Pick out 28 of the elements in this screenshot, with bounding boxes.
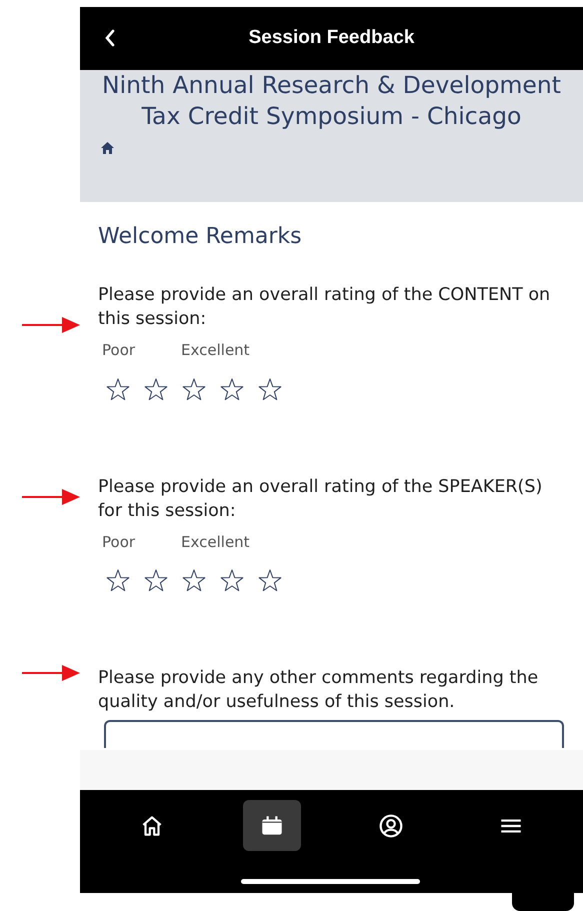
screen-title: Session Feedback [248, 27, 414, 48]
back-icon [104, 29, 116, 47]
annotation-arrow [22, 664, 80, 682]
comment-field[interactable] [104, 720, 564, 748]
star-icon[interactable] [220, 569, 244, 592]
profile-icon [378, 812, 404, 838]
question-text: Please provide an overall rating of the CONTENT on this session: [98, 284, 552, 331]
star-icon[interactable] [144, 569, 168, 592]
star-icon[interactable] [182, 569, 206, 592]
scale-high-label: Excellent [181, 340, 250, 361]
star-icon[interactable] [182, 378, 206, 400]
star-icon[interactable] [144, 378, 168, 400]
scale-low-label: Poor [102, 340, 136, 361]
star-icon[interactable] [258, 569, 282, 592]
event-title: Ninth Annual Research & Development Tax Credit Symposium - Chicago [102, 71, 561, 130]
nav-tab[interactable] [242, 800, 301, 851]
scale-high-label: Excellent [181, 532, 250, 552]
star-icon[interactable] [106, 378, 130, 400]
home-icon[interactable] [101, 142, 114, 154]
star-icon[interactable] [220, 378, 244, 400]
session-title: Welcome Remarks [98, 223, 303, 251]
question-text: Please provide an overall rating of the SPEAKER(S) for this session: [98, 476, 544, 522]
scale-low-label: Poor [102, 532, 136, 552]
star-icon[interactable] [258, 378, 282, 400]
annotation-arrow [22, 488, 80, 506]
annotation-arrow [22, 316, 80, 334]
star-icon[interactable] [106, 569, 130, 592]
question-text: Please provide any other comments regarding the quality and/or usefulness of this session. [98, 667, 540, 714]
